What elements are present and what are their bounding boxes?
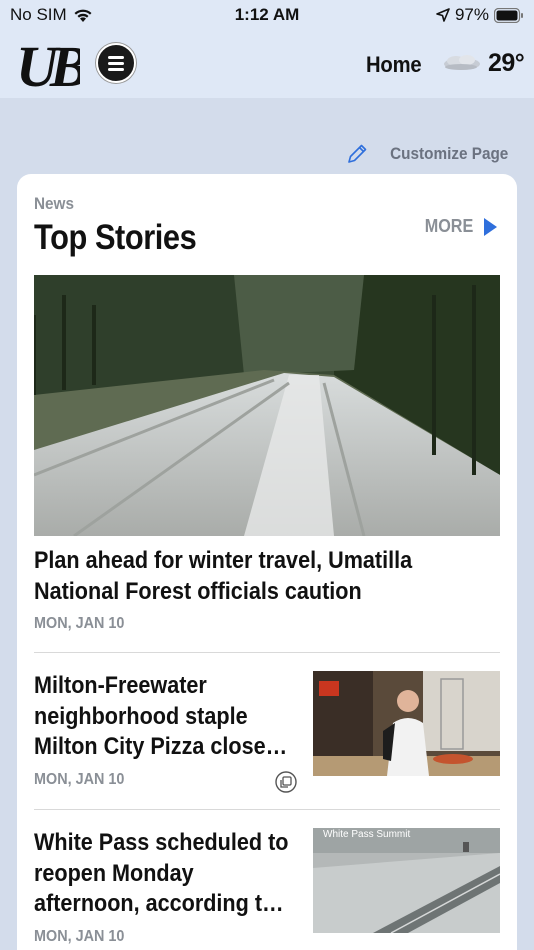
- menu-button[interactable]: [96, 43, 136, 83]
- story-thumbnail[interactable]: White Pass Summit: [313, 828, 500, 933]
- hero-story-date: MON, JAN 10: [34, 615, 125, 632]
- story-thumbnail[interactable]: [313, 671, 500, 776]
- temperature: 29°: [488, 49, 525, 77]
- customize-label: Customize Page: [389, 144, 508, 163]
- story-item[interactable]: White Pass scheduled to reopen Monday af…: [34, 828, 500, 950]
- more-link[interactable]: MORE: [422, 216, 497, 237]
- pizza-chef-photo: [313, 671, 500, 776]
- svg-text:UB: UB: [16, 34, 80, 92]
- story-date: MON, JAN 10: [34, 928, 125, 945]
- white-pass-cam-photo: White Pass Summit: [313, 828, 500, 933]
- story-divider: [34, 652, 500, 653]
- snowy-road-photo: [34, 275, 500, 536]
- thumb-caption: White Pass Summit: [323, 829, 410, 840]
- story-title[interactable]: White Pass scheduled to reopen Monday af…: [34, 828, 304, 920]
- story-date: MON, JAN 10: [34, 771, 125, 788]
- location-arrow-icon: [436, 8, 450, 22]
- story-item[interactable]: Milton-Freewater neighborhood staple Mil…: [34, 671, 500, 801]
- gallery-icon: [275, 771, 297, 793]
- customize-page-button[interactable]: Customize Page: [345, 142, 508, 166]
- battery-icon: [494, 7, 523, 23]
- top-stories-card: News Top Stories MORE Plan ahead for win…: [17, 174, 517, 950]
- story-title[interactable]: Milton-Freewater neighborhood staple Mil…: [34, 671, 304, 763]
- home-label: Home: [366, 52, 422, 77]
- status-bar: No SIM 1:12 AM 97%: [0, 0, 534, 30]
- cloud-icon: [444, 55, 480, 70]
- play-arrow-icon: [484, 217, 497, 236]
- hero-story-image[interactable]: [34, 275, 500, 536]
- app-header: UB Home 29°: [0, 30, 534, 98]
- hero-story-title[interactable]: Plan ahead for winter travel, Umatilla N…: [34, 545, 453, 607]
- story-divider: [34, 809, 500, 810]
- section-title: Top Stories: [34, 218, 197, 257]
- more-label: MORE: [424, 216, 474, 236]
- menu-line: [108, 55, 124, 59]
- menu-line: [108, 67, 124, 71]
- ub-logo[interactable]: UB: [16, 34, 80, 92]
- pencil-icon: [347, 144, 366, 163]
- section-label: News: [34, 194, 74, 213]
- menu-line: [108, 61, 124, 65]
- status-right: 97%: [436, 5, 524, 25]
- battery-percent: 97%: [454, 5, 489, 24]
